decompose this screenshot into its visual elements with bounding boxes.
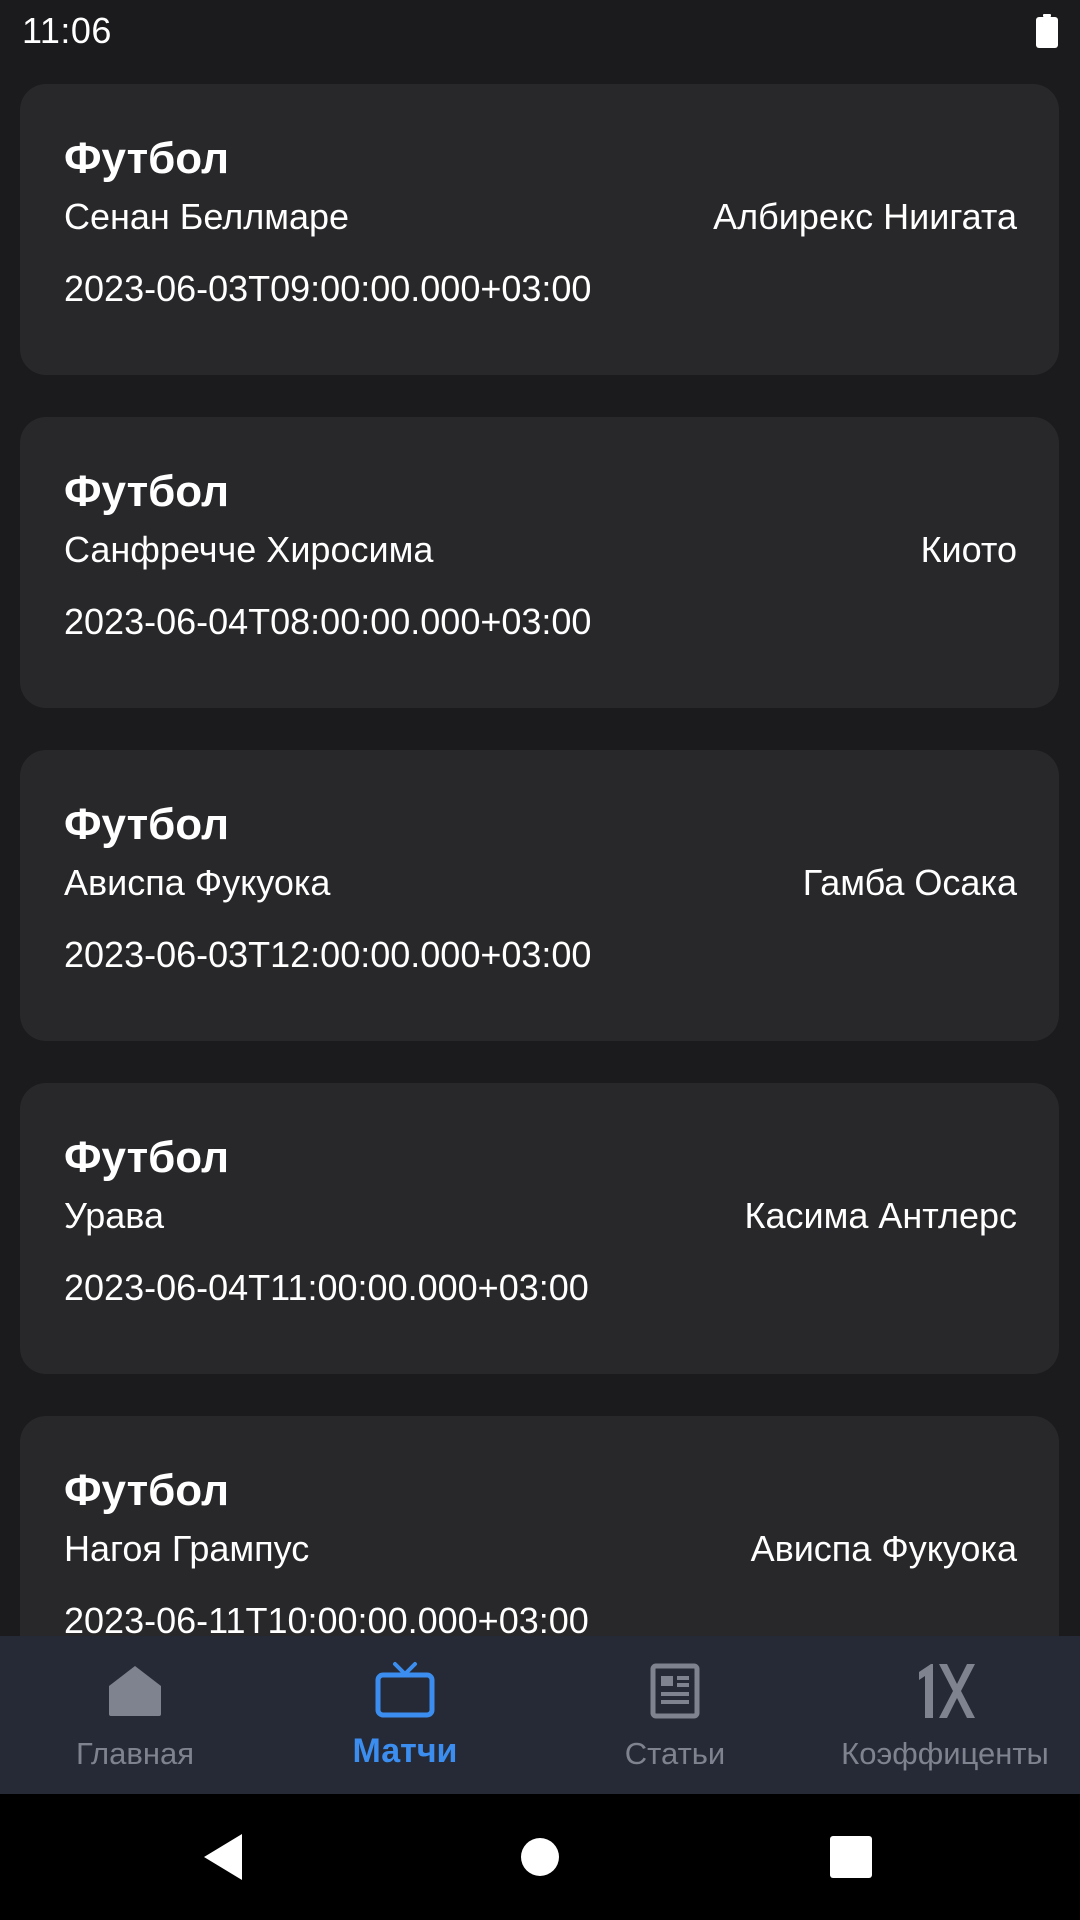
match-home-team: Санфречче Хиросима [64, 529, 434, 570]
match-away-team: Гамба Осака [802, 862, 1017, 903]
match-away-team: Киото [920, 529, 1017, 570]
nav-item-home[interactable]: Главная [0, 1636, 270, 1794]
match-datetime: 2023-06-03T09:00:00.000+03:00 [64, 268, 592, 309]
recents-square-icon[interactable] [818, 1824, 884, 1890]
match-home-team: Урава [64, 1195, 165, 1236]
match-sport: Футбол [64, 1466, 230, 1515]
match-sport: Футбол [64, 1133, 230, 1182]
nav-item-matches[interactable]: Матчи [270, 1636, 540, 1794]
nav-label-matches: Матчи [352, 1732, 458, 1770]
match-away-team: Албирекс Ниигата [713, 196, 1017, 237]
nav-label-odds: Коэффиценты [841, 1736, 1049, 1771]
back-triangle-icon[interactable] [190, 1824, 256, 1890]
status-time: 11:06 [22, 10, 112, 51]
app-screen: 11:06 Футбол Сенан Беллмаре Албирекс Нии… [0, 0, 1080, 1920]
match-sport: Футбол [64, 467, 230, 516]
match-card[interactable]: Футбол Ависпа Фукуока Гамба Осака 2023-0… [20, 750, 1059, 1041]
match-card[interactable]: Футбол Сенан Беллмаре Албирекс Ниигата 2… [20, 84, 1059, 375]
match-card[interactable]: Футбол Санфречче Хиросима Киото 2023-06-… [20, 417, 1059, 708]
match-sport: Футбол [64, 800, 230, 849]
battery-full-icon [1036, 14, 1058, 48]
match-home-team: Нагоя Грампус [64, 1528, 310, 1569]
match-datetime: 2023-06-04T11:00:00.000+03:00 [64, 1267, 589, 1308]
match-sport: Футбол [64, 134, 230, 183]
nav-item-odds[interactable]: Коэффиценты [810, 1636, 1080, 1794]
match-away-team: Ависпа Фукуока [750, 1528, 1017, 1569]
article-icon [650, 1663, 700, 1719]
match-away-team: Касима Антлерс [744, 1195, 1017, 1236]
match-card[interactable]: Футбол Нагоя Грампус Ависпа Фукуока 2023… [20, 1416, 1059, 1636]
match-datetime: 2023-06-04T08:00:00.000+03:00 [64, 601, 592, 642]
match-card[interactable]: Футбол Урава Касима Антлерс 2023-06-04T1… [20, 1083, 1059, 1374]
nav-item-articles[interactable]: Статьи [540, 1636, 810, 1794]
home-icon [109, 1666, 161, 1716]
1x-logo-icon [919, 1664, 975, 1718]
nav-label-home: Главная [76, 1736, 194, 1771]
match-home-team: Ависпа Фукуока [64, 862, 331, 903]
tv-icon [375, 1662, 435, 1718]
status-bar: 11:06 [0, 0, 1080, 64]
bottom-navigation: Главная Матчи Статьи Коэффиценты [0, 1636, 1080, 1794]
nav-label-articles: Статьи [624, 1736, 726, 1771]
match-datetime: 2023-06-11T10:00:00.000+03:00 [64, 1600, 589, 1636]
match-list[interactable]: Футбол Сенан Беллмаре Албирекс Ниигата 2… [0, 64, 1080, 1636]
match-home-team: Сенан Беллмаре [64, 196, 350, 237]
match-datetime: 2023-06-03T12:00:00.000+03:00 [64, 934, 592, 975]
home-circle-icon[interactable] [507, 1824, 573, 1890]
system-navigation-bar [0, 1794, 1080, 1920]
